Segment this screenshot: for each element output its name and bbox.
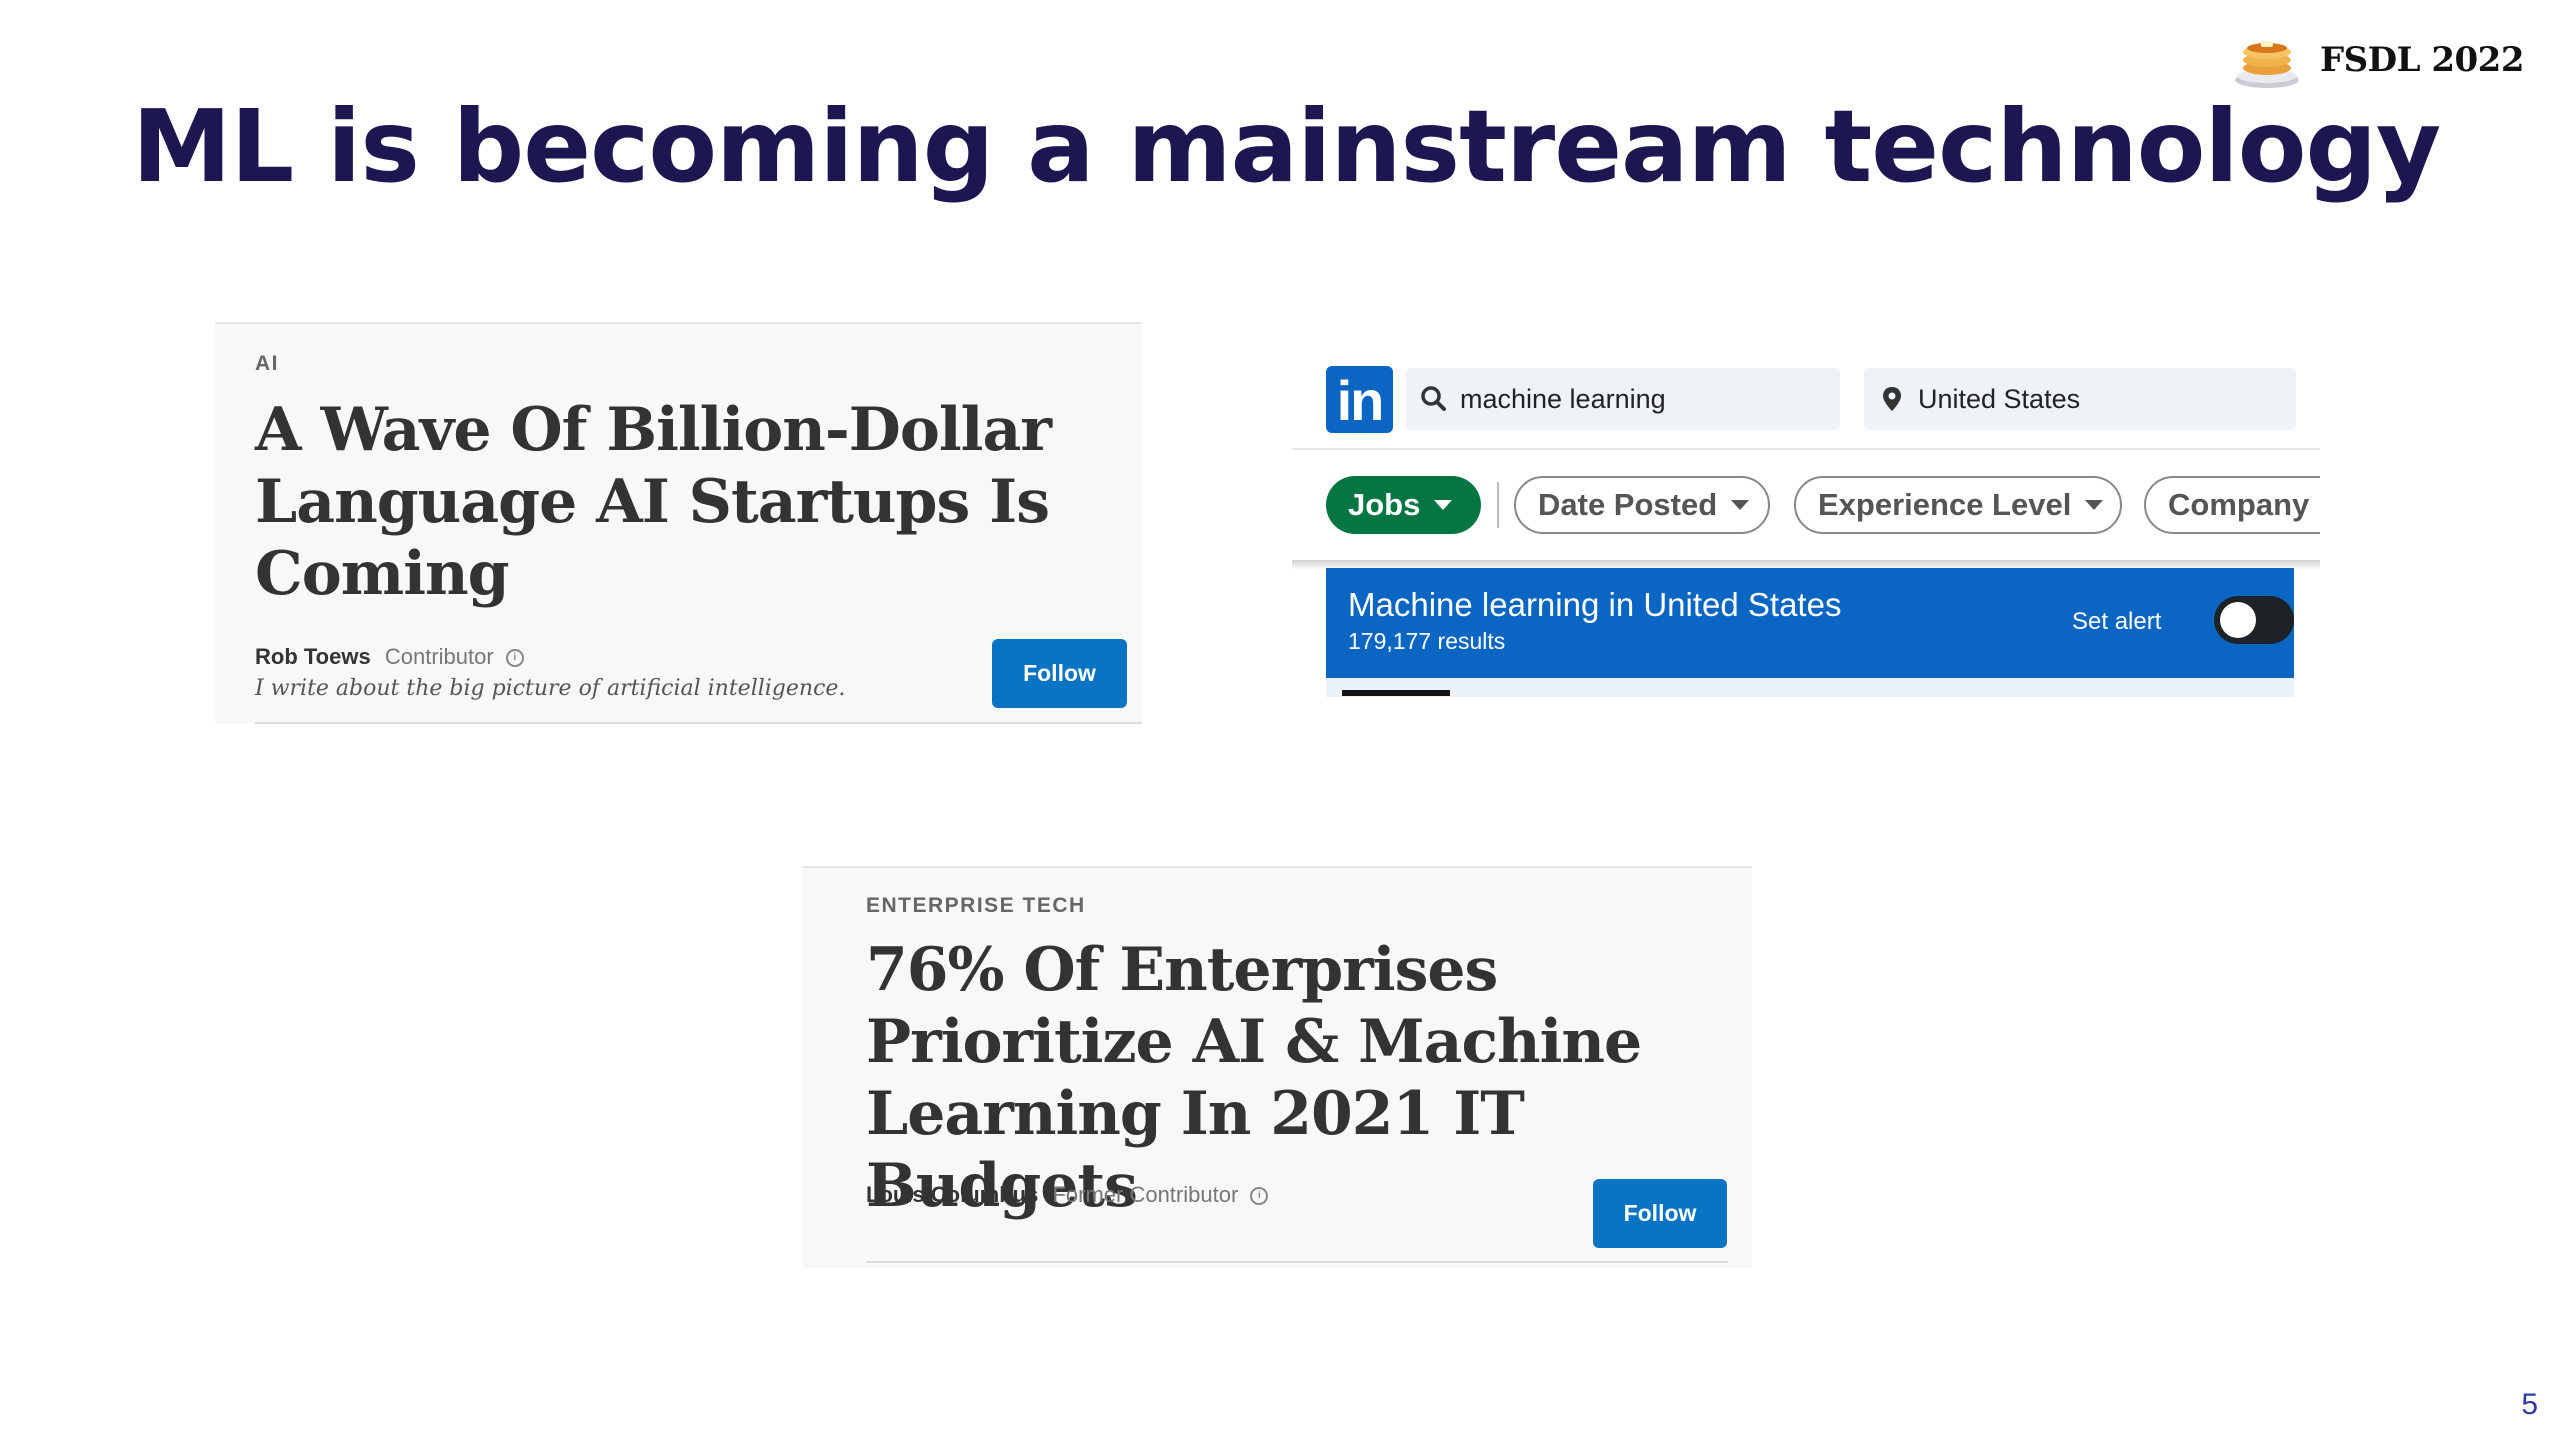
divider <box>255 722 1142 724</box>
results-count: 179,177 results <box>1348 628 1506 654</box>
author-bio: I write about the big picture of artific… <box>255 676 846 701</box>
article-headline[interactable]: A Wave Of Billion-Dollar Language AI Sta… <box>255 394 1115 610</box>
brand: FSDL 2022 <box>2232 30 2525 90</box>
author-role: Former Contributor <box>1052 1182 1239 1207</box>
date-posted-filter-button[interactable]: Date Posted <box>1514 476 1770 534</box>
author-line: Louis Columbus Former Contributor i <box>866 1182 1269 1208</box>
search-icon <box>1421 386 1446 411</box>
article-card-enterprises: ENTERPRISE TECH 76% Of Enterprises Prior… <box>802 866 1752 1268</box>
section-label: ENTERPRISE TECH <box>866 894 1086 917</box>
location-pin-icon <box>1883 387 1901 411</box>
location-input[interactable]: United States <box>1864 368 2296 430</box>
experience-level-filter-button[interactable]: Experience Level <box>1794 476 2122 534</box>
experience-level-label: Experience Level <box>1818 487 2072 522</box>
follow-button[interactable]: Follow <box>1593 1179 1727 1248</box>
divider <box>866 1261 1728 1263</box>
set-alert-label: Set alert <box>2072 608 2162 635</box>
brand-label: FSDL 2022 <box>2319 40 2525 80</box>
company-label: Company <box>2168 487 2310 522</box>
divider <box>1497 482 1499 528</box>
author-line: Rob Toews Contributor i <box>255 644 524 670</box>
section-label: AI <box>255 352 279 375</box>
toggle-knob <box>2220 602 2256 638</box>
banner-footer <box>1326 678 2294 697</box>
location-value: United States <box>1918 383 2081 414</box>
info-icon[interactable]: i <box>505 649 524 668</box>
set-alert-toggle[interactable] <box>2214 596 2294 644</box>
search-value: machine learning <box>1460 383 1666 414</box>
page-number: 5 <box>2521 1388 2538 1421</box>
results-banner: Machine learning in United States 179,17… <box>1326 568 2294 678</box>
caret-down-icon <box>1434 500 1453 510</box>
slide-title: ML is becoming a mainstream technology <box>132 88 2441 205</box>
company-filter-button[interactable]: Company <box>2144 476 2320 534</box>
author-name[interactable]: Rob Toews <box>255 644 371 669</box>
caret-down-icon <box>2085 500 2104 510</box>
results-title: Machine learning in United States <box>1348 586 1842 623</box>
tab-indicator <box>1342 690 1450 696</box>
pancake-icon <box>2234 41 2299 88</box>
author-name[interactable]: Louis Columbus <box>866 1182 1038 1207</box>
caret-down-icon <box>1731 500 1750 510</box>
author-role: Contributor <box>384 644 494 669</box>
date-posted-label: Date Posted <box>1538 487 1718 522</box>
follow-button[interactable]: Follow <box>992 639 1127 708</box>
article-card-billion-dollar: AI A Wave Of Billion-Dollar Language AI … <box>215 322 1142 724</box>
linkedin-jobs-panel: in machine learning United States Jobs D… <box>1292 352 2320 697</box>
jobs-filter-label: Jobs <box>1348 487 1421 522</box>
jobs-filter-button[interactable]: Jobs <box>1326 476 1481 534</box>
divider <box>1292 448 2320 450</box>
job-search-input[interactable]: machine learning <box>1406 368 1840 430</box>
linkedin-logo-icon[interactable]: in <box>1326 366 1393 433</box>
info-icon[interactable]: i <box>1250 1187 1269 1206</box>
